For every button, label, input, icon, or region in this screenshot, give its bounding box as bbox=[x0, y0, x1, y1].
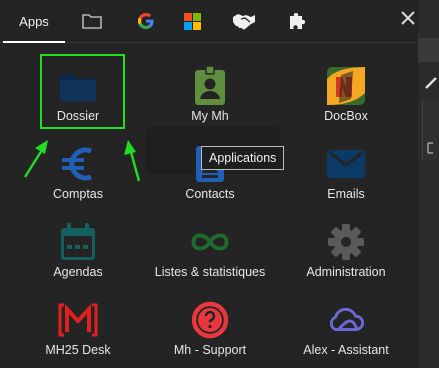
app-label: DocBox bbox=[324, 109, 368, 123]
envelope-icon bbox=[326, 144, 366, 184]
launcher-tabs: Apps bbox=[0, 0, 418, 43]
app-label: My Mh bbox=[191, 109, 229, 123]
tab-apps-label: Apps bbox=[19, 13, 49, 29]
background-page bbox=[418, 0, 439, 368]
text-cursor-icon bbox=[427, 142, 433, 154]
background-toolbar bbox=[418, 38, 439, 62]
apps-launcher-panel: Apps Dossier My Mh DocBox Comptas Contac… bbox=[0, 0, 418, 368]
cloud-icon bbox=[326, 300, 366, 340]
tab-microsoft[interactable] bbox=[180, 0, 204, 42]
app-administration[interactable]: Administration bbox=[282, 210, 410, 282]
tab-apps[interactable]: Apps bbox=[3, 0, 65, 43]
app-mh-support[interactable]: Mh - Support bbox=[146, 288, 274, 360]
tab-partners[interactable] bbox=[230, 0, 258, 42]
docbox-logo-icon bbox=[326, 66, 366, 106]
folder-outline-icon bbox=[82, 14, 102, 29]
app-agendas[interactable]: Agendas bbox=[14, 210, 142, 282]
microsoft-icon bbox=[183, 12, 201, 30]
google-icon bbox=[138, 13, 154, 29]
app-docbox[interactable]: DocBox bbox=[282, 54, 410, 126]
puzzle-icon bbox=[290, 12, 306, 29]
app-alex-assistant[interactable]: Alex - Assistant bbox=[282, 288, 410, 360]
mh25-logo-icon bbox=[58, 300, 98, 340]
app-mh25-desk[interactable]: MH25 Desk bbox=[14, 288, 142, 360]
close-icon bbox=[401, 11, 415, 25]
arrow-annotation-right bbox=[124, 140, 141, 182]
tab-google[interactable] bbox=[134, 0, 158, 42]
app-label: Alex - Assistant bbox=[303, 343, 389, 357]
app-emails[interactable]: Emails bbox=[282, 132, 410, 204]
app-label: Listes & statistiques bbox=[154, 265, 266, 279]
pencil-icon bbox=[425, 77, 437, 89]
help-icon bbox=[190, 300, 230, 340]
app-label: Comptas bbox=[52, 187, 104, 201]
app-label: Emails bbox=[327, 187, 365, 201]
app-listes-statistiques[interactable]: Listes & statistiques bbox=[146, 210, 274, 282]
tooltip: Applications bbox=[201, 146, 285, 170]
euro-icon bbox=[58, 144, 98, 184]
close-button[interactable] bbox=[396, 6, 420, 30]
app-label: Agendas bbox=[53, 265, 103, 279]
app-label: Contacts bbox=[185, 187, 235, 201]
id-badge-icon bbox=[190, 66, 230, 106]
arrow-annotation-left bbox=[23, 140, 48, 178]
app-my-mh[interactable]: My Mh bbox=[146, 54, 274, 126]
app-label: Mh - Support bbox=[173, 343, 247, 357]
infinity-icon bbox=[190, 222, 230, 262]
app-label: MH25 Desk bbox=[45, 343, 111, 357]
tab-folders[interactable] bbox=[80, 0, 104, 42]
handshake-icon bbox=[233, 14, 255, 30]
app-label: Administration bbox=[306, 265, 386, 279]
tab-extensions[interactable] bbox=[286, 0, 310, 42]
gear-icon bbox=[326, 222, 366, 262]
highlight-box bbox=[40, 54, 125, 129]
calendar-icon bbox=[58, 222, 98, 262]
